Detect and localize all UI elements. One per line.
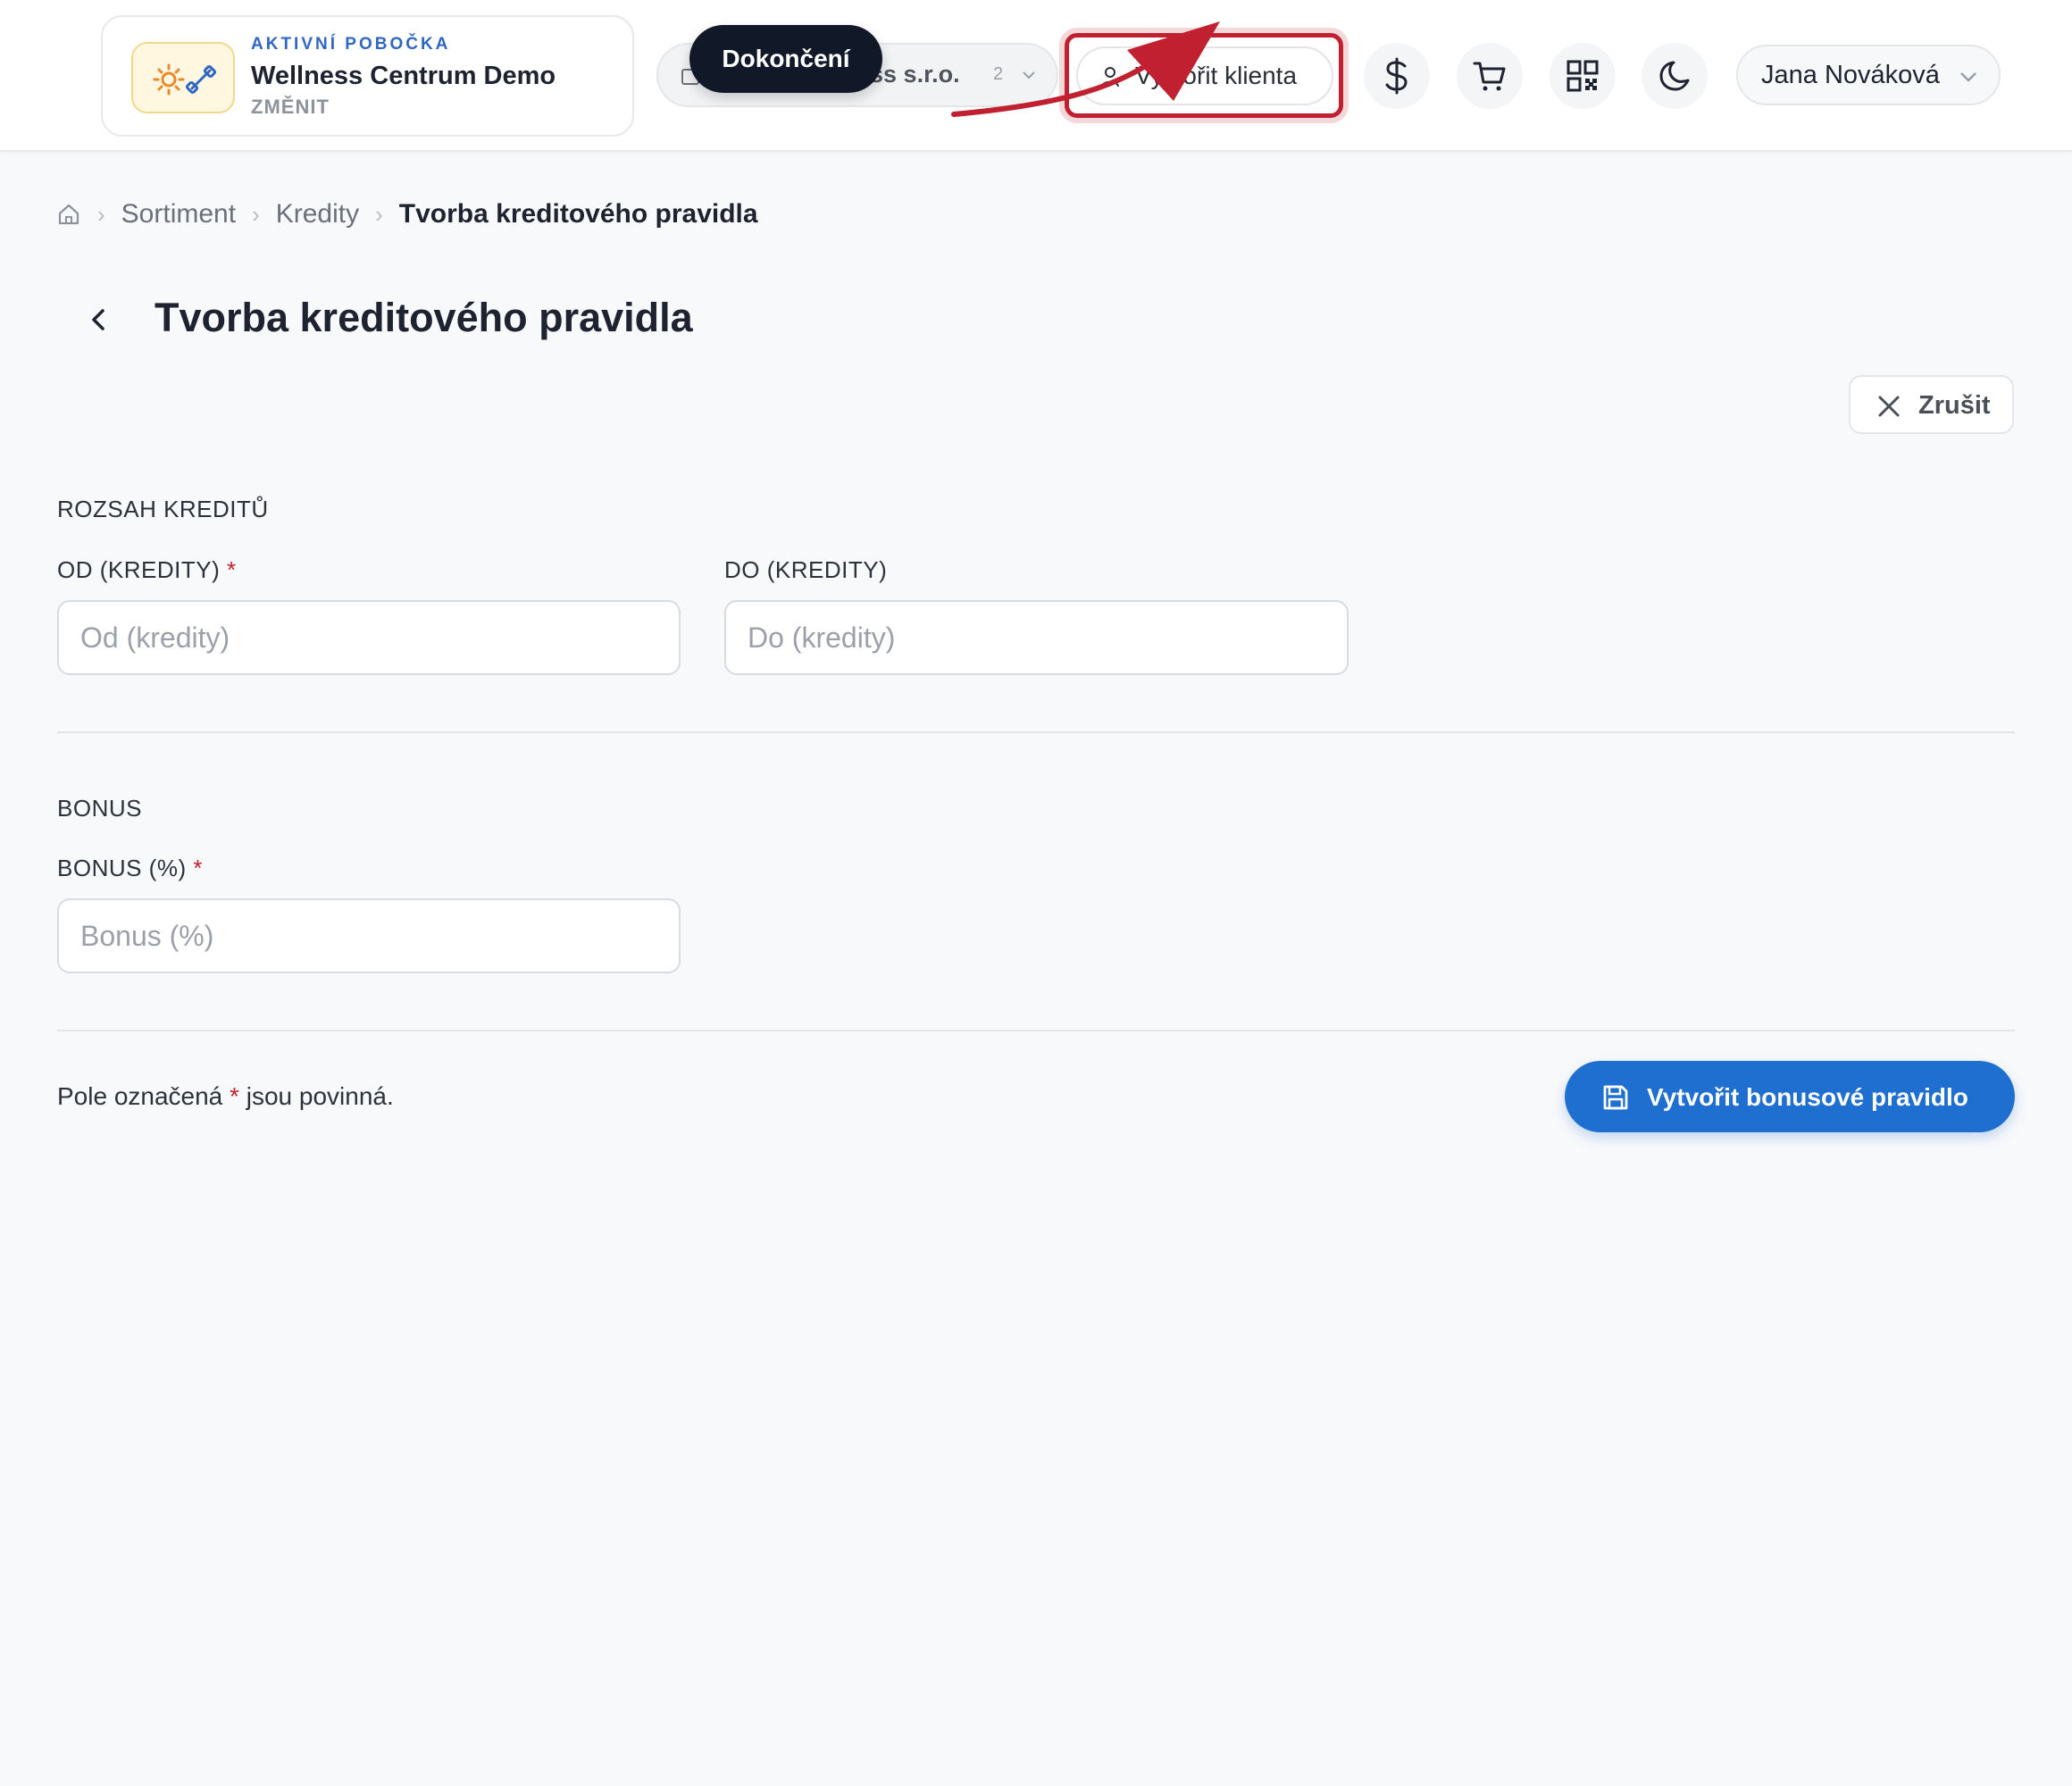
qr-scan-button[interactable] [1550,43,1616,109]
theme-toggle-button[interactable] [1642,43,1708,109]
breadcrumb-current: Tvorba kreditového pravidla [398,199,758,229]
page-title: Tvorba kreditového pravidla [155,295,693,340]
from-credits-input[interactable] [57,600,681,675]
cart-button[interactable] [1457,43,1523,109]
breadcrumb-separator: › [97,200,105,228]
chevron-down-icon [1960,72,1976,82]
back-button[interactable] [85,304,113,340]
change-branch-link[interactable]: ZMĚNIT [251,96,330,119]
cart-icon [1473,62,1506,91]
chevron-down-icon [1023,71,1035,79]
branch-name: Wellness Centrum Demo [251,62,556,90]
breadcrumb-separator: › [252,200,260,228]
breadcrumb: › Sortiment › Kredity › Tvorba kreditové… [56,196,758,232]
footnote-prefix: Pole označená [57,1082,223,1110]
breadcrumb-separator: › [375,200,383,228]
sun-icon [153,63,217,96]
create-bonus-rule-button[interactable]: Vytvořit bonusové pravidlo [1565,1061,2015,1132]
from-credits-label-text: OD (KREDITY) [57,556,221,583]
branch-logo [131,42,235,113]
qr-code-icon [1567,60,1599,92]
required-marker: * [226,556,237,583]
home-icon[interactable] [56,202,81,227]
bonus-percent-label: BONUS (%) * [57,855,203,882]
from-credits-label: OD (KREDITY) * [57,556,237,584]
company-count-badge: 2 [993,64,1004,84]
active-branch-card[interactable]: AKTIVNÍ POBOČKA Wellness Centrum Demo ZM… [101,15,634,137]
section-divider [57,1030,2015,1031]
required-marker: * [193,855,203,881]
credit-range-section-title: ROZSAH KREDITŮ [57,496,269,522]
required-marker: * [230,1082,239,1110]
user-menu[interactable]: Jana Nováková [1736,45,2001,105]
save-icon [1603,1085,1628,1110]
cancel-button[interactable]: Zrušit [1849,375,2014,434]
breadcrumb-item-sortiment[interactable]: Sortiment [121,199,236,230]
top-bar: AKTIVNÍ POBOČKA Wellness Centrum Demo ZM… [0,0,2072,152]
bonus-percent-label-text: BONUS (%) [57,855,187,881]
to-credits-input[interactable] [724,600,1349,675]
required-fields-note: Pole označená * jsou povinná. [57,1082,394,1111]
tour-highlight-frame [1065,33,1343,118]
user-name: Jana Nováková [1761,61,1940,89]
close-icon [1878,396,1900,417]
pricing-button[interactable] [1364,43,1430,109]
bonus-section-title: BONUS [57,795,142,822]
cancel-label: Zrušit [1918,391,1991,420]
breadcrumb-item-kredity[interactable]: Kredity [276,199,359,230]
create-bonus-rule-label: Vytvořit bonusové pravidlo [1647,1083,1968,1111]
bonus-percent-input[interactable] [57,898,681,973]
dollar-icon [1385,57,1408,95]
branch-kicker: AKTIVNÍ POBOČKA [251,35,451,54]
section-divider [57,731,2015,733]
moon-icon [1659,61,1690,91]
tour-tooltip[interactable]: Dokončení [689,25,882,93]
footnote-suffix: jsou povinná. [246,1082,394,1110]
to-credits-label: DO (KREDITY) [724,556,888,583]
chevron-left-icon [92,309,104,330]
